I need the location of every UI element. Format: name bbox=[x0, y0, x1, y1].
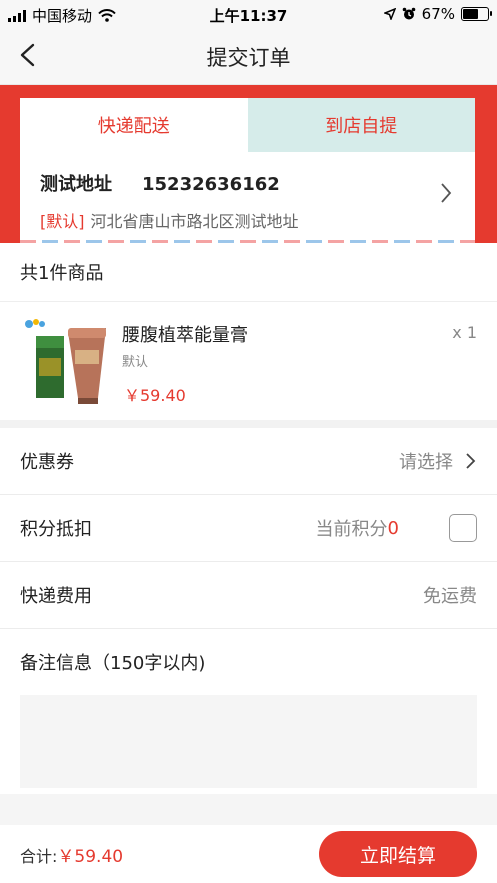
address-detail: 河北省唐山市路北区测试地址 bbox=[90, 212, 299, 231]
points-prefix: 当前积分 bbox=[315, 519, 388, 540]
address-card: 快递配送 到店自提 测试地址 15232636162 [默认] 河北省唐山市路北区测… bbox=[20, 98, 475, 243]
shipping-label: 快递费用 bbox=[20, 586, 92, 607]
chevron-right-icon bbox=[466, 453, 476, 469]
delivery-tabs: 快递配送 到店自提 bbox=[20, 98, 475, 152]
remark-section: 备注信息（150字以内) bbox=[0, 629, 497, 794]
status-bar: 中国移动 上午11:37 67% bbox=[0, 0, 497, 28]
default-badge: [默认] bbox=[40, 212, 85, 231]
nav-bar: 提交订单 bbox=[0, 28, 497, 85]
coupon-row[interactable]: 优惠券 请选择 bbox=[0, 428, 497, 495]
address-selector[interactable]: 测试地址 15232636162 [默认] 河北省唐山市路北区测试地址 bbox=[20, 152, 475, 232]
page-title: 提交订单 bbox=[206, 46, 291, 70]
goods-section: 共1件商品 腰腹植萃能量膏 默认 ￥59.40 x 1 bbox=[0, 243, 497, 420]
remark-label: 备注信息（150字以内) bbox=[20, 653, 206, 674]
submit-order-button[interactable]: 立即结算 bbox=[319, 831, 477, 877]
goods-count-header: 共1件商品 bbox=[0, 243, 497, 302]
coupon-label: 优惠券 bbox=[20, 452, 74, 473]
product-quantity: x 1 bbox=[452, 323, 477, 342]
checkout-bar: 合计:￥59.40 立即结算 bbox=[0, 825, 497, 883]
total-summary: 合计:￥59.40 bbox=[20, 842, 123, 867]
order-options: 优惠券 请选择 积分抵扣 当前积分 0 快递费用 免运费 bbox=[0, 428, 497, 629]
total-price: ￥59.40 bbox=[57, 846, 124, 867]
points-label: 积分抵扣 bbox=[20, 519, 92, 540]
points-checkbox[interactable] bbox=[449, 514, 477, 542]
list-item[interactable]: 腰腹植萃能量膏 默认 ￥59.40 x 1 bbox=[0, 302, 497, 420]
tab-express-delivery[interactable]: 快递配送 bbox=[20, 98, 248, 152]
remark-textarea[interactable] bbox=[20, 695, 477, 788]
address-envelope-stripe bbox=[20, 240, 475, 243]
shipping-row: 快递费用 免运费 bbox=[0, 562, 497, 629]
section-divider bbox=[0, 420, 497, 428]
shipping-value: 免运费 bbox=[423, 586, 477, 607]
alarm-icon bbox=[402, 7, 415, 20]
product-price: ￥59.40 bbox=[124, 386, 186, 405]
address-section: 快递配送 到店自提 测试地址 15232636162 [默认] 河北省唐山市路北区测… bbox=[0, 85, 497, 243]
tab-store-pickup[interactable]: 到店自提 bbox=[247, 98, 475, 152]
address-name: 测试地址 bbox=[40, 174, 112, 195]
battery-text: 67% bbox=[421, 5, 455, 23]
product-spec: 默认 bbox=[122, 355, 149, 370]
chevron-right-icon bbox=[441, 183, 452, 203]
address-phone: 15232636162 bbox=[142, 174, 280, 195]
location-arrow-icon bbox=[383, 8, 396, 20]
points-value: 0 bbox=[387, 517, 399, 539]
points-row: 积分抵扣 当前积分 0 bbox=[0, 495, 497, 562]
battery-icon bbox=[461, 7, 492, 21]
coupon-value: 请选择 bbox=[399, 452, 453, 473]
product-name: 腰腹植萃能量膏 bbox=[122, 325, 248, 346]
total-label: 合计: bbox=[20, 846, 58, 866]
product-image bbox=[25, 319, 106, 404]
